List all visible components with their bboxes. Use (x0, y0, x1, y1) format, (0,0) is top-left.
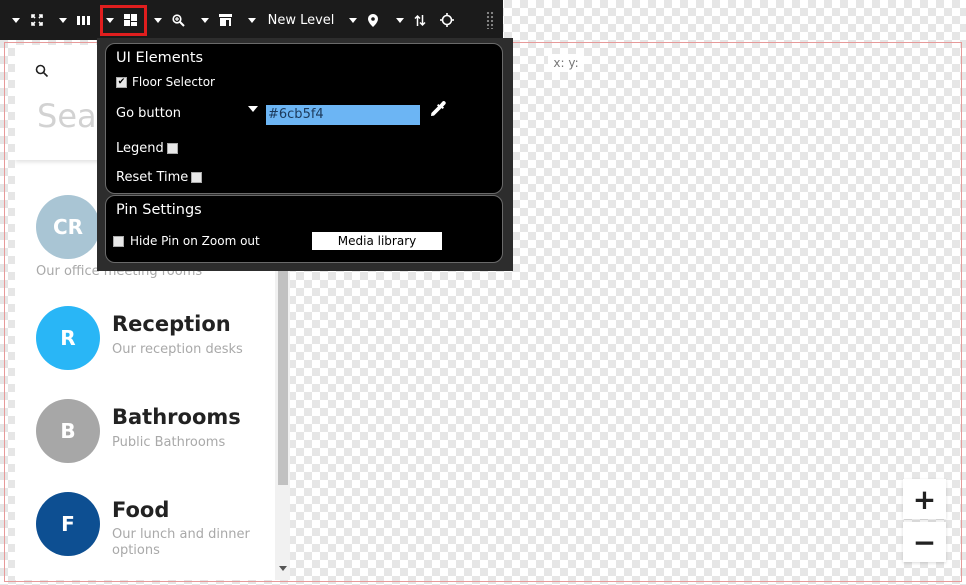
scroll-down-icon[interactable] (279, 566, 287, 571)
level-selector[interactable]: New Level (266, 0, 336, 40)
reset-time-row[interactable]: Reset Time (116, 170, 203, 185)
search-input[interactable]: Sea (37, 97, 97, 135)
toolbar: New Level (0, 0, 503, 40)
list-item-title: Bathrooms (112, 405, 241, 429)
color-dropdown-caret-icon[interactable] (248, 106, 258, 112)
go-button-label: Go button (116, 106, 182, 121)
media-library-button[interactable]: Media library (312, 232, 442, 250)
list-item-title: Food (112, 498, 170, 522)
avatar: R (36, 306, 100, 370)
hide-pin-row[interactable]: Hide Pin on Zoom out (113, 234, 260, 248)
active-toolbar-highlight (100, 5, 147, 36)
reset-time-label: Reset Time (116, 170, 189, 185)
legend-label: Legend (116, 141, 164, 156)
list-item-title: Reception (112, 312, 231, 336)
pin-icon[interactable] (364, 0, 382, 40)
settings-popup: UI Elements ✔ Floor Selector Go button L… (97, 38, 513, 271)
group-title: UI Elements (116, 50, 204, 66)
dropdown-caret-icon[interactable] (10, 0, 22, 40)
eyedropper-icon[interactable] (428, 100, 446, 122)
ui-elements-group: UI Elements ✔ Floor Selector Go button L… (105, 43, 503, 194)
list-item-subtitle: Our lunch and dinner options (112, 527, 250, 558)
list-item-subtitle: Public Bathrooms (112, 435, 226, 450)
search-icon[interactable] (35, 63, 49, 82)
list-item-subtitle: Our reception desks (112, 342, 243, 357)
floor-selector-checkbox[interactable]: ✔ (116, 76, 127, 88)
reset-time-checkbox[interactable] (191, 172, 203, 183)
floor-selector-row[interactable]: ✔ Floor Selector (116, 75, 215, 89)
dropdown-caret-icon[interactable] (152, 0, 164, 40)
zoom-icon[interactable] (169, 0, 187, 40)
store-icon[interactable] (216, 0, 234, 40)
drag-handle-icon[interactable] (486, 11, 494, 29)
avatar: CR (36, 195, 100, 259)
floor-selector-label: Floor Selector (132, 75, 215, 89)
swap-icon[interactable] (411, 0, 429, 40)
avatar: F (36, 492, 100, 556)
legend-row[interactable]: Legend (116, 141, 178, 156)
fullscreen-icon[interactable] (28, 0, 46, 40)
dropdown-caret-icon[interactable] (199, 0, 211, 40)
zoom-out-button[interactable]: − (903, 522, 946, 562)
hide-pin-checkbox[interactable] (113, 235, 124, 247)
columns-icon[interactable] (74, 0, 92, 40)
legend-checkbox[interactable] (166, 143, 178, 154)
dropdown-caret-icon[interactable] (394, 0, 406, 40)
dropdown-caret-icon[interactable] (347, 0, 359, 40)
zoom-in-button[interactable]: + (903, 479, 946, 519)
dropdown-caret-icon[interactable] (57, 0, 69, 40)
avatar: B (36, 399, 100, 463)
target-icon[interactable] (438, 0, 456, 40)
hide-pin-label: Hide Pin on Zoom out (130, 234, 260, 248)
dropdown-caret-icon[interactable] (246, 0, 258, 40)
go-button-color-input[interactable] (266, 105, 420, 125)
coordinates-readout: x: y: (548, 54, 584, 72)
group-title: Pin Settings (116, 202, 202, 218)
pin-settings-group: Pin Settings Hide Pin on Zoom out Media … (105, 195, 503, 263)
